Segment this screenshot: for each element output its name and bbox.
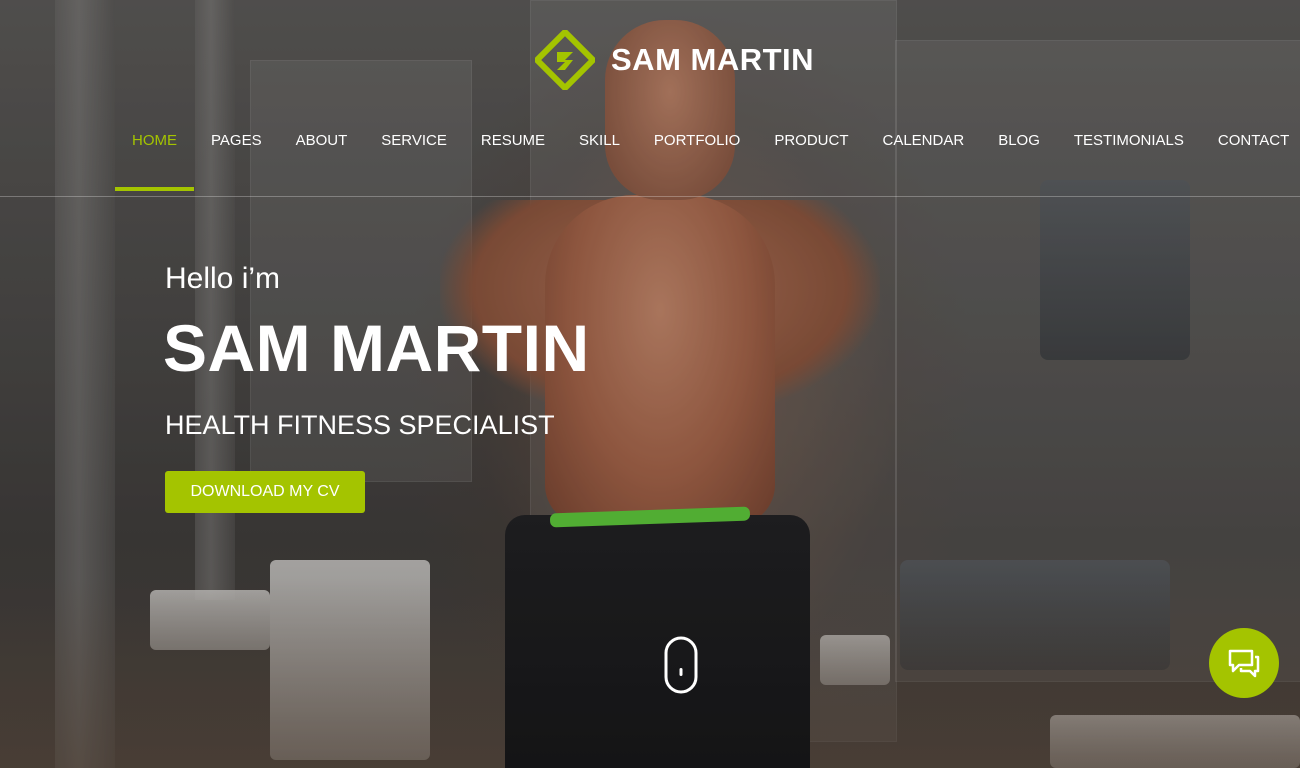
hero-role: HEALTH FITNESS SPECIALIST	[165, 410, 555, 440]
hero-greeting: Hello i’m	[165, 262, 281, 295]
nav-item-portfolio[interactable]: PORTFOLIO	[637, 124, 757, 191]
nav-item-pages[interactable]: PAGES	[194, 124, 279, 191]
nav-item-product[interactable]: PRODUCT	[757, 124, 865, 191]
nav-item-calendar[interactable]: CALENDAR	[866, 124, 982, 191]
chat-bubbles-icon	[1228, 649, 1260, 678]
nav-item-home[interactable]: HOME	[115, 124, 194, 191]
diamond-s-logo-icon	[535, 30, 595, 90]
chat-button[interactable]	[1209, 628, 1279, 698]
nav-item-skill[interactable]: SKILL	[562, 124, 637, 191]
nav-item-contact[interactable]: CONTACT	[1201, 124, 1300, 191]
nav-item-blog[interactable]: BLOG	[981, 124, 1057, 191]
site-logo[interactable]: SAM MARTIN	[535, 30, 814, 90]
nav-item-about[interactable]: ABOUT	[279, 124, 365, 191]
download-cv-button[interactable]: DOWNLOAD MY CV	[165, 471, 365, 513]
hero-section: SAM MARTIN HOME PAGES ABOUT SERVICE RESU…	[0, 0, 1300, 768]
main-nav: HOME PAGES ABOUT SERVICE RESUME SKILL PO…	[115, 124, 1300, 191]
brand-name: SAM MARTIN	[611, 42, 815, 77]
nav-divider	[0, 196, 1300, 197]
hero-name: SAM MARTIN	[163, 311, 590, 385]
nav-item-service[interactable]: SERVICE	[364, 124, 464, 191]
nav-item-resume[interactable]: RESUME	[464, 124, 562, 191]
nav-item-testimonials[interactable]: TESTIMONIALS	[1057, 124, 1201, 191]
mouse-scroll-icon[interactable]	[664, 636, 698, 694]
